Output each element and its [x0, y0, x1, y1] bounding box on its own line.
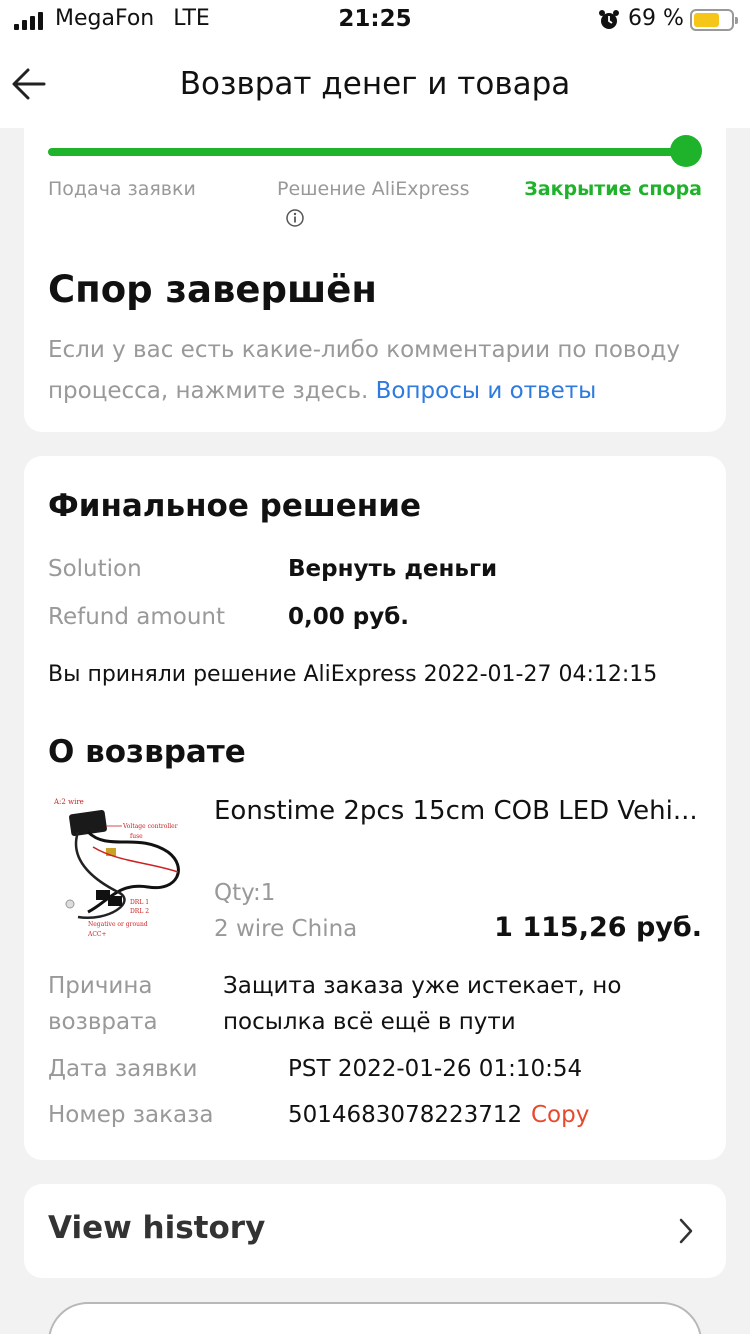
progress-track	[48, 148, 688, 156]
svg-text:DRL 2: DRL 2	[130, 908, 149, 915]
step-decision-label: Решение AliExpress	[277, 178, 470, 200]
step-submit-label: Подача заявки	[48, 178, 196, 200]
view-history-row[interactable]: View history	[24, 1184, 726, 1278]
dispute-status-card: Подача заявки Решение AliExpress Закрыти…	[24, 110, 726, 432]
svg-text:Negative or ground: Negative or ground	[88, 921, 148, 928]
copy-button[interactable]: Copy	[531, 1102, 589, 1128]
page: MegaFon LTE 21:25 69 % Возврат денег и т…	[0, 0, 750, 1334]
product-title[interactable]: Eonstime 2pcs 15cm COB LED Vehi...	[214, 796, 704, 826]
accepted-note: Вы приняли решение AliExpress 2022-01-27…	[48, 662, 658, 687]
battery-cap	[735, 17, 738, 24]
refund-label: Refund amount	[48, 604, 226, 630]
svg-text:DRL 1: DRL 1	[130, 899, 149, 906]
bottom-action-button[interactable]	[48, 1302, 702, 1334]
svg-text:Voltage controller: Voltage controller	[122, 823, 178, 830]
battery-icon	[690, 9, 738, 31]
product-qty: Qty:1	[214, 880, 276, 906]
battery-fill	[694, 13, 719, 27]
status-bar: MegaFon LTE 21:25 69 %	[0, 0, 750, 44]
dispute-description: Если у вас есть какие-либо комментарии п…	[48, 330, 688, 412]
chevron-right-icon	[679, 1218, 693, 1244]
top-bar: MegaFon LTE 21:25 69 % Возврат денег и т…	[0, 0, 750, 128]
product-price: 1 115,26 руб.	[494, 912, 702, 943]
alarm-clock-icon	[599, 10, 619, 29]
order-number-label: Номер заказа	[48, 1102, 214, 1128]
nav-bar: Возврат денег и товара	[0, 44, 750, 128]
info-circle-icon[interactable]	[286, 209, 304, 227]
product-image[interactable]: A:2 wire Voltage controller fuse DRL 1 D…	[48, 792, 198, 944]
solution-value: Вернуть деньги	[288, 556, 498, 582]
return-info-heading: О возврате	[48, 734, 246, 770]
progress-current-dot	[670, 135, 702, 167]
view-history-label: View history	[48, 1210, 266, 1246]
dispute-heading: Спор завершён	[48, 268, 377, 311]
page-title: Возврат денег и товара	[179, 66, 571, 102]
date-label: Дата заявки	[48, 1056, 198, 1082]
order-number-value: 5014683078223712	[288, 1102, 523, 1128]
reason-label: Причина возврата	[48, 973, 158, 1035]
decision-card: Финальное решение Solution Вернуть деньг…	[24, 456, 726, 1160]
solution-label: Solution	[48, 556, 142, 582]
date-value: PST 2022-01-26 01:10:54	[288, 1056, 583, 1082]
product-variant: 2 wire China	[214, 916, 358, 942]
battery-percent: 69 %	[628, 6, 684, 31]
final-decision-heading: Финальное решение	[48, 488, 421, 524]
svg-text:ACC+: ACC+	[87, 931, 107, 938]
svg-text:A:2 wire: A:2 wire	[53, 798, 84, 806]
faq-link[interactable]: Вопросы и ответы	[376, 378, 597, 404]
svg-text:fuse: fuse	[130, 833, 143, 840]
refund-value: 0,00 руб.	[288, 604, 410, 630]
reason-value: Защита заказа уже истекает, но посылка в…	[223, 973, 622, 1035]
step-close-label: Закрытие спора	[524, 178, 702, 200]
